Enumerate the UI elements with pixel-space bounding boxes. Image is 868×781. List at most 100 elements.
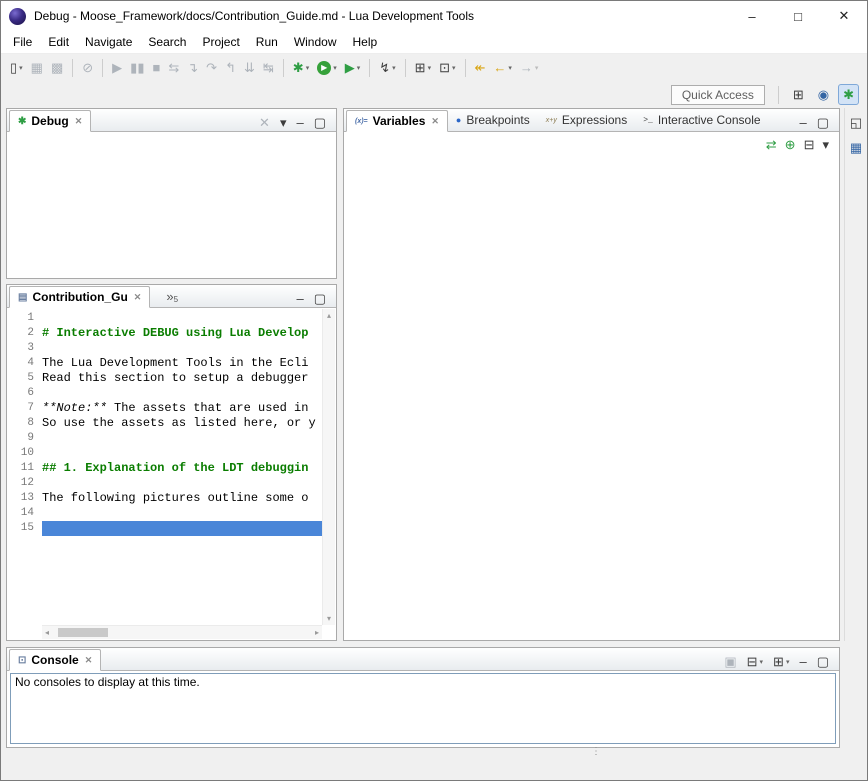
step-return-button[interactable]: ↰ [222,59,239,76]
line-number[interactable]: 11 [8,461,42,476]
back-button[interactable]: ←▾ [490,59,515,76]
maximize-view-button[interactable]: ▢ [814,653,832,670]
close-window-button[interactable]: ✕ [821,1,867,31]
last-edit-location-button[interactable]: ↞ [472,59,489,76]
open-perspective-button[interactable]: ⊞ [788,84,809,105]
display-selected-console-button[interactable]: ⊟▾ [744,653,766,670]
step-over-button[interactable]: ↷ [203,59,220,76]
menu-item[interactable]: Project [194,32,247,52]
maximize-window-button[interactable]: □ [775,1,821,31]
tab-contribution-guide[interactable]: ▤ Contribution_Gu ✕ [9,286,150,308]
forward-button[interactable]: →▾ [517,59,542,76]
outline-view-button[interactable]: ▦ [847,139,865,156]
minimize-view-button[interactable]: – [293,114,306,131]
console-output[interactable]: No consoles to display at this time. [10,673,836,744]
debug-button[interactable]: ✱▾ [290,59,312,76]
disconnect-button[interactable]: ⇆ [165,59,182,76]
tab-breakpoints[interactable]: ● Breakpoints [448,109,538,131]
line-number[interactable]: 3 [8,341,42,356]
minimize-window-button[interactable]: – [729,1,775,31]
pin-console-button[interactable]: ▣ [721,653,739,670]
menu-item[interactable]: File [5,32,40,52]
line-number[interactable]: 2 [8,326,42,341]
menu-bar: FileEditNavigateSearchProjectRunWindowHe… [1,31,867,54]
close-tab-icon[interactable]: ✕ [85,655,93,666]
tab-debug[interactable]: ✱ Debug ✕ [9,110,91,132]
tab-expressions[interactable]: x+y Expressions [538,109,635,131]
step-into-button[interactable]: ↴ [184,59,201,76]
sash-handle[interactable]: ⋮ [589,747,603,757]
remove-all-terminated-button[interactable]: ✕ [256,114,273,131]
open-wizard-button[interactable]: ⊡▾ [436,59,458,76]
menu-item[interactable]: Search [140,32,194,52]
run-button[interactable]: ▶▾ [314,59,340,77]
console-view-toolbar: ▣ ⊟▾⊞▾–▢ [719,653,839,670]
menu-item[interactable]: Navigate [77,32,140,52]
editor-overflow-chevron[interactable]: » 5 [162,285,182,307]
drop-to-frame-button[interactable]: ⇊ [241,59,258,76]
editor-text-area[interactable]: 1 2 # Interactive DEBUG using Lua Develo… [8,309,322,625]
line-number[interactable]: 10 [8,446,42,461]
tab-label: Console [31,653,78,667]
collapse-all-button[interactable]: ⊟ [801,136,818,153]
show-logical-structure-button[interactable]: ⇄ [763,136,780,153]
main-toolbar: ▯▾▦▩ ⊘ ▶▮▮■⇆↴↷↰⇊↹ ✱▾▶▾▶▾ ↯▾ ⊞▾⊡▾ ↞←▾→▾ [1,54,867,81]
menu-item[interactable]: Help [345,32,386,52]
tab-console[interactable]: ⊡ Console ✕ [9,649,101,671]
use-step-filters-button[interactable]: ↹ [260,59,277,76]
terminate-button[interactable]: ■ [149,59,163,76]
variables-tab-toolbar: –▢ [794,114,839,131]
minimize-view-button[interactable]: – [796,114,809,131]
scroll-right-icon[interactable]: ▸ [312,626,322,639]
menu-item[interactable]: Window [286,32,345,52]
maximize-view-button[interactable]: ▢ [311,114,329,131]
line-number[interactable]: 12 [8,476,42,491]
line-number[interactable]: 5 [8,371,42,386]
attach-debug-button[interactable]: ↯▾ [376,59,398,76]
new-button[interactable]: ▯▾ [7,59,26,76]
scroll-up-icon[interactable]: ▴ [324,309,334,322]
minimize-view-button[interactable]: – [293,290,306,307]
lua-perspective-button[interactable]: ◉ [813,84,834,105]
line-number[interactable]: 15 [8,521,42,536]
editor-horizontal-scrollbar[interactable]: ◂ ▸ [42,625,322,639]
view-menu-button[interactable]: ▾ [819,136,832,153]
line-number[interactable]: 1 [8,311,42,326]
restore-views-button[interactable]: ◱ [847,114,865,131]
maximize-view-button[interactable]: ▢ [814,114,832,131]
line-number[interactable]: 14 [8,506,42,521]
scroll-down-icon[interactable]: ▾ [324,612,334,625]
new-watch-expression-button[interactable]: ⊕ [782,136,799,153]
quick-access-field[interactable]: Quick Access [671,85,765,105]
resume-button[interactable]: ▶ [109,59,125,76]
scrollbar-thumb[interactable] [58,628,108,637]
save-all-button[interactable]: ▩ [48,59,66,76]
maximize-view-button[interactable]: ▢ [311,290,329,307]
editor-vertical-scrollbar[interactable]: ▴ ▾ [322,309,335,625]
skip-all-breakpoints-button[interactable]: ⊘ [79,59,96,76]
line-number[interactable]: 7 [8,401,42,416]
suspend-button[interactable]: ▮▮ [127,59,147,76]
debug-perspective-button[interactable]: ✱ [838,84,859,105]
tab-interactive-console[interactable]: >_ Interactive Console [635,109,768,131]
line-number[interactable]: 8 [8,416,42,431]
line-number[interactable]: 4 [8,356,42,371]
line-number[interactable]: 13 [8,491,42,506]
open-console-button[interactable]: ⊞▾ [770,653,792,670]
menu-item[interactable]: Run [248,32,286,52]
minimize-view-button[interactable]: – [796,653,809,670]
toolbar-separator [465,59,466,77]
external-tools-button[interactable]: ▶▾ [342,59,364,76]
menu-item[interactable]: Edit [40,32,77,52]
new-wizard-button[interactable]: ⊞▾ [412,59,434,76]
close-tab-icon[interactable]: ✕ [431,116,439,127]
console-panel: ⊡ Console ✕ ▣ ⊟▾⊞▾–▢ No consoles to displ… [6,647,840,748]
close-tab-icon[interactable]: ✕ [75,116,83,127]
scroll-left-icon[interactable]: ◂ [42,626,52,639]
line-number[interactable]: 9 [8,431,42,446]
view-menu-button[interactable]: ▾ [277,114,290,131]
tab-variables[interactable]: (x)= Variables ✕ [346,110,448,132]
save-button[interactable]: ▦ [28,59,46,76]
line-number[interactable]: 6 [8,386,42,401]
close-tab-icon[interactable]: ✕ [134,292,142,303]
